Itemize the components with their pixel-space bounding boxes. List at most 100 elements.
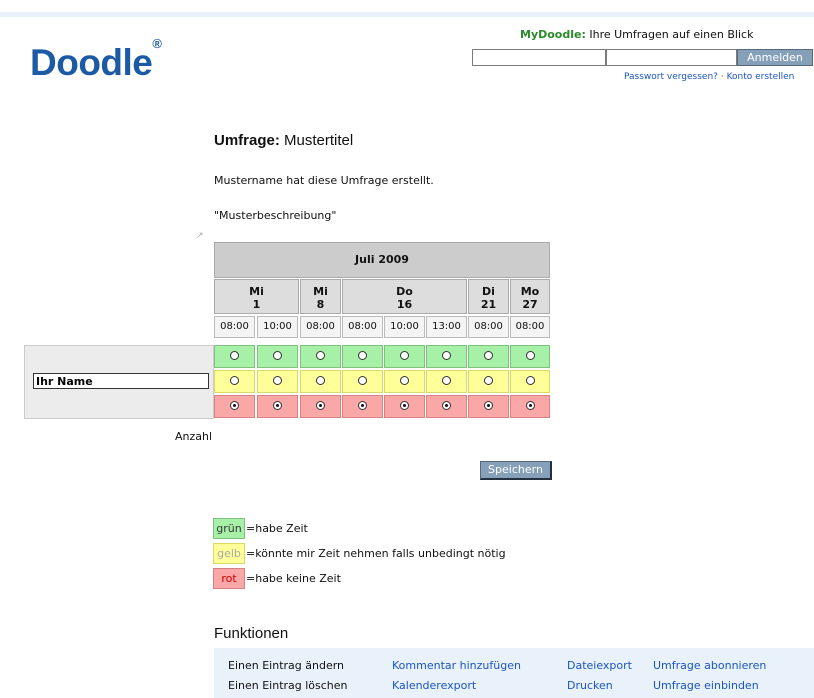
top-stripe bbox=[0, 12, 814, 17]
option-maybe-cell[interactable] bbox=[342, 370, 383, 393]
time-slot: 13:00 bbox=[426, 316, 467, 338]
participant-row bbox=[24, 345, 214, 419]
time-slot: 08:00 bbox=[300, 316, 341, 338]
option-maybe-radio[interactable] bbox=[442, 376, 451, 385]
month-header: Juli 2009 bbox=[214, 242, 550, 278]
calendar-export-link[interactable]: Kalenderexport bbox=[392, 679, 476, 692]
option-maybe-cell[interactable] bbox=[257, 370, 298, 393]
option-no-cell[interactable] bbox=[300, 395, 341, 418]
day-header: Do 16 bbox=[342, 279, 467, 314]
doodle-logo[interactable]: Doodle® bbox=[30, 36, 162, 84]
option-yes-radio[interactable] bbox=[484, 351, 493, 360]
day-header: Di 21 bbox=[468, 279, 509, 314]
option-yes-radio[interactable] bbox=[358, 351, 367, 360]
option-no-cell[interactable] bbox=[510, 395, 550, 418]
page-title: Umfrage: Mustertitel bbox=[214, 132, 353, 149]
option-yes-cell[interactable] bbox=[214, 345, 255, 368]
option-yes-cell[interactable] bbox=[384, 345, 425, 368]
option-yes-cell[interactable] bbox=[257, 345, 298, 368]
login-button[interactable]: Anmelden bbox=[737, 49, 813, 66]
option-yes-radio[interactable] bbox=[273, 351, 282, 360]
option-maybe-radio[interactable] bbox=[400, 376, 409, 385]
delete-entry-link[interactable]: Einen Eintrag löschen bbox=[228, 679, 348, 692]
legend-text: =habe Zeit bbox=[246, 522, 308, 535]
option-maybe-radio[interactable] bbox=[230, 376, 239, 385]
option-maybe-cell[interactable] bbox=[214, 370, 255, 393]
subscribe-link[interactable]: Umfrage abonnieren bbox=[653, 659, 766, 672]
login-form: Anmelden bbox=[472, 49, 813, 66]
forgot-password-link[interactable]: Passwort vergessen? bbox=[624, 72, 718, 82]
mydoodle-label: MyDoodle: bbox=[520, 28, 586, 41]
option-maybe-cell[interactable] bbox=[426, 370, 467, 393]
option-maybe-cell[interactable] bbox=[510, 370, 550, 393]
login-links: Passwort vergessen? · Konto erstellen bbox=[624, 72, 794, 82]
time-slot: 08:00 bbox=[510, 316, 550, 338]
edit-entry-link[interactable]: Einen Eintrag ändern bbox=[228, 659, 344, 672]
option-yes-radio[interactable] bbox=[525, 351, 535, 360]
time-slot: 08:00 bbox=[214, 316, 255, 338]
option-no-cell[interactable] bbox=[342, 395, 383, 418]
participant-name-field[interactable] bbox=[33, 373, 209, 389]
option-no-cell[interactable] bbox=[384, 395, 425, 418]
option-no-radio[interactable] bbox=[400, 401, 409, 410]
creator-line: Mustername hat diese Umfrage erstellt. bbox=[214, 174, 434, 187]
legend-item-maybe: gelb =könnte mir Zeit nehmen falls unbedi… bbox=[213, 543, 506, 564]
password-field[interactable] bbox=[606, 49, 737, 66]
option-maybe-cell[interactable] bbox=[468, 370, 509, 393]
username-field[interactable] bbox=[472, 49, 606, 66]
option-maybe-radio[interactable] bbox=[484, 376, 493, 385]
legend-swatch-yes: grün bbox=[213, 518, 245, 539]
option-no-radio[interactable] bbox=[525, 401, 535, 410]
option-maybe-radio[interactable] bbox=[273, 376, 282, 385]
time-slot: 08:00 bbox=[342, 316, 383, 338]
add-comment-link[interactable]: Kommentar hinzufügen bbox=[392, 659, 521, 672]
legend-item-no: rot =habe keine Zeit bbox=[213, 568, 341, 589]
option-yes-radio[interactable] bbox=[230, 351, 239, 360]
option-no-cell[interactable] bbox=[257, 395, 298, 418]
option-yes-radio[interactable] bbox=[400, 351, 409, 360]
save-button[interactable]: Speichern bbox=[480, 461, 552, 480]
title-label: Umfrage: bbox=[214, 132, 280, 149]
poll-description: "Musterbeschreibung" bbox=[214, 209, 337, 222]
day-header: Mo 27 bbox=[510, 279, 550, 314]
option-maybe-cell[interactable] bbox=[300, 370, 341, 393]
mydoodle-tagline: MyDoodle: Ihre Umfragen auf einen Blick bbox=[520, 28, 814, 41]
option-no-radio[interactable] bbox=[358, 401, 367, 410]
file-export-link[interactable]: Dateiexport bbox=[567, 659, 632, 672]
option-yes-cell[interactable] bbox=[300, 345, 341, 368]
option-yes-radio[interactable] bbox=[316, 351, 325, 360]
option-maybe-radio[interactable] bbox=[316, 376, 325, 385]
option-yes-cell[interactable] bbox=[510, 345, 550, 368]
option-maybe-cell[interactable] bbox=[384, 370, 425, 393]
print-link[interactable]: Drucken bbox=[567, 679, 613, 692]
option-no-radio[interactable] bbox=[230, 401, 239, 410]
count-label: Anzahl bbox=[175, 430, 213, 443]
link-separator: · bbox=[720, 72, 724, 82]
time-slot: 10:00 bbox=[384, 316, 425, 338]
time-slot: 10:00 bbox=[257, 316, 298, 338]
mydoodle-text: Ihre Umfragen auf einen Blick bbox=[589, 28, 754, 41]
legend-item-yes: grün =habe Zeit bbox=[213, 518, 308, 539]
functions-panel: Einen Eintrag ändern Einen Eintrag lösch… bbox=[214, 648, 814, 698]
create-account-link[interactable]: Konto erstellen bbox=[727, 72, 795, 82]
option-maybe-radio[interactable] bbox=[525, 376, 535, 385]
poll-title: Mustertitel bbox=[284, 132, 354, 149]
option-no-radio[interactable] bbox=[484, 401, 493, 410]
time-slot: 08:00 bbox=[468, 316, 509, 338]
option-no-radio[interactable] bbox=[316, 401, 325, 410]
option-yes-cell[interactable] bbox=[468, 345, 509, 368]
embed-link[interactable]: Umfrage einbinden bbox=[653, 679, 759, 692]
option-no-cell[interactable] bbox=[426, 395, 467, 418]
option-yes-cell[interactable] bbox=[426, 345, 467, 368]
option-no-radio[interactable] bbox=[273, 401, 282, 410]
option-yes-radio[interactable] bbox=[442, 351, 451, 360]
external-link-icon[interactable]: ↗ bbox=[196, 231, 204, 241]
option-no-cell[interactable] bbox=[468, 395, 509, 418]
option-maybe-radio[interactable] bbox=[358, 376, 367, 385]
option-no-radio[interactable] bbox=[442, 401, 451, 410]
option-no-cell[interactable] bbox=[214, 395, 255, 418]
legend-text: =könnte mir Zeit nehmen falls unbedingt … bbox=[246, 547, 506, 560]
day-header: Mi 1 bbox=[214, 279, 299, 314]
legend-text: =habe keine Zeit bbox=[246, 572, 341, 585]
option-yes-cell[interactable] bbox=[342, 345, 383, 368]
